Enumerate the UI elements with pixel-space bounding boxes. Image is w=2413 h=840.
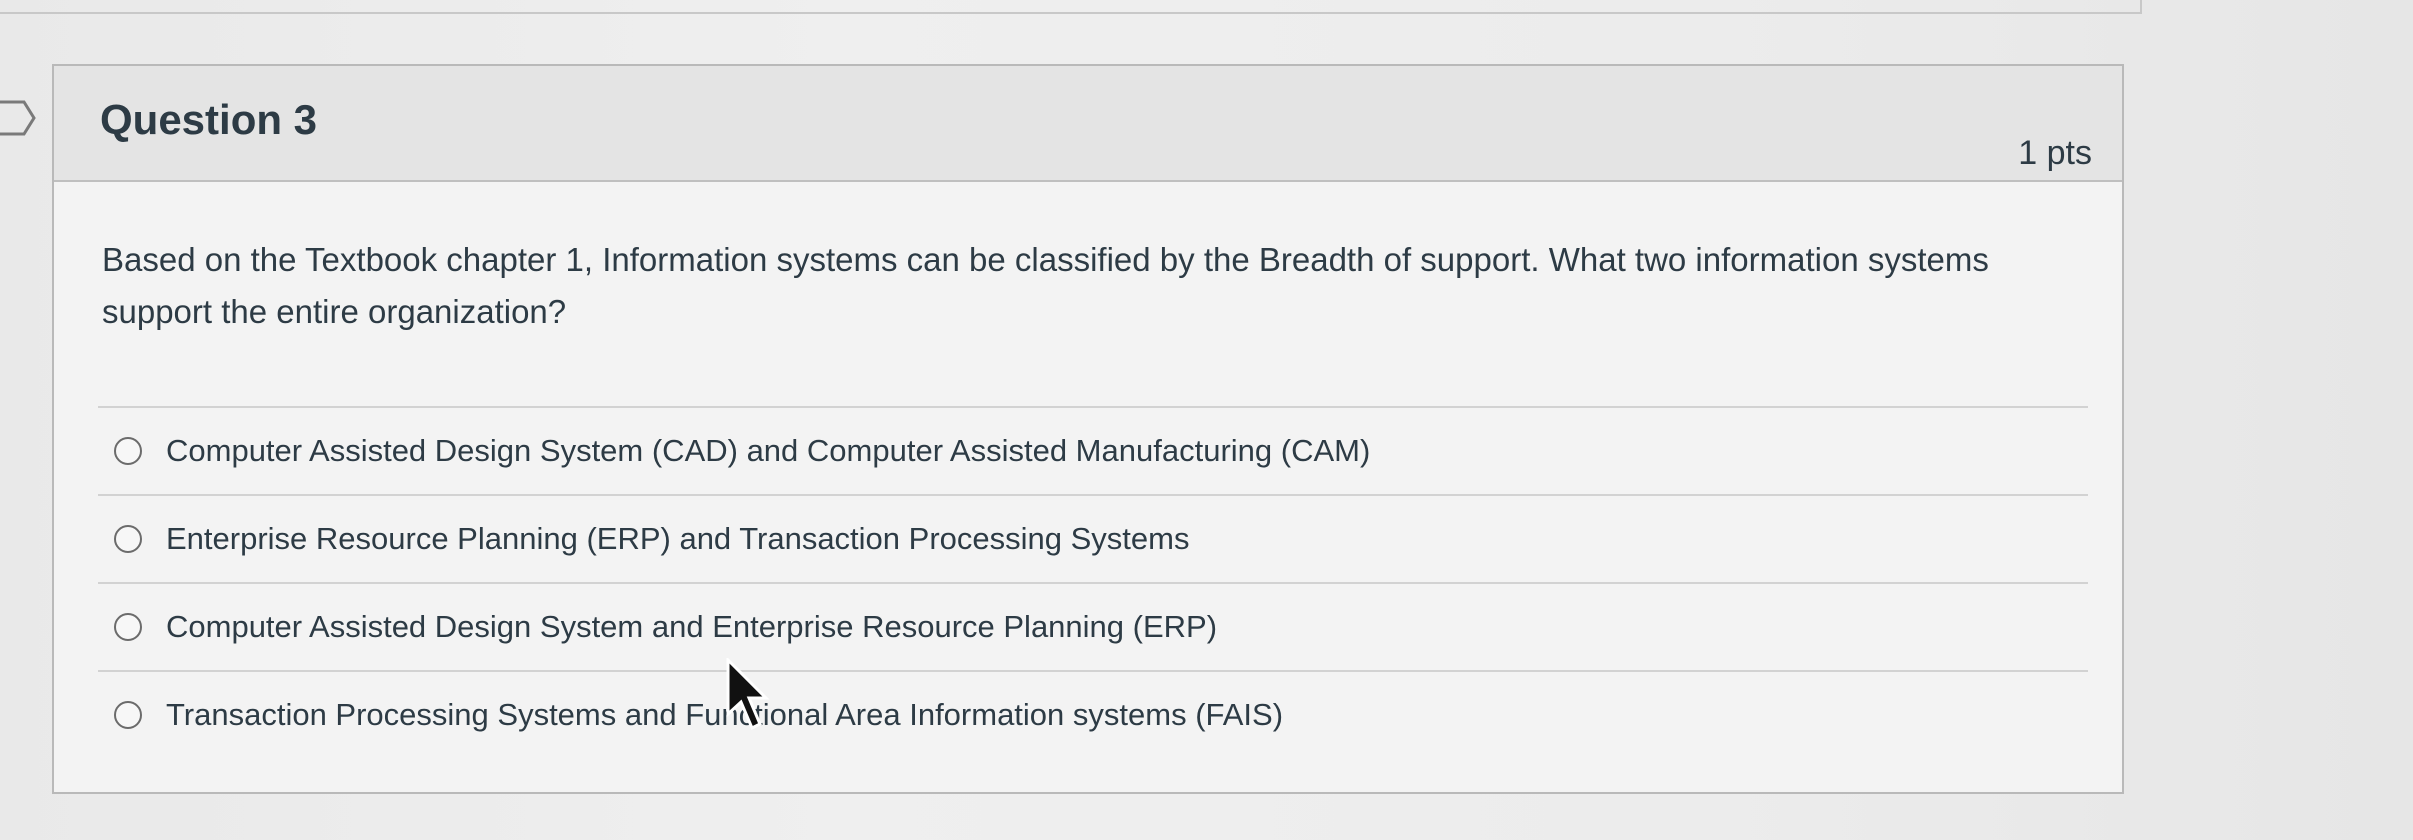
mouse-cursor-icon bbox=[726, 658, 770, 731]
answer-label[interactable]: Computer Assisted Design System (CAD) an… bbox=[166, 433, 1370, 469]
question-points: 1 pts bbox=[2018, 134, 2092, 172]
answer-option-3[interactable]: Computer Assisted Design System and Ente… bbox=[98, 582, 2088, 670]
answer-list: Computer Assisted Design System (CAD) an… bbox=[98, 406, 2088, 758]
previous-question-box bbox=[0, 0, 2142, 14]
radio-button[interactable] bbox=[114, 701, 142, 729]
answer-label[interactable]: Computer Assisted Design System and Ente… bbox=[166, 609, 1217, 645]
answer-option-4[interactable]: Transaction Processing Systems and Funct… bbox=[98, 670, 2088, 758]
question-header: Question 3 1 pts bbox=[54, 66, 2122, 182]
radio-button[interactable] bbox=[114, 437, 142, 465]
flag-question-icon[interactable] bbox=[0, 96, 38, 140]
radio-button[interactable] bbox=[114, 613, 142, 641]
question-prompt: Based on the Textbook chapter 1, Informa… bbox=[102, 241, 1989, 330]
question-title: Question 3 bbox=[100, 96, 318, 143]
answer-label[interactable]: Enterprise Resource Planning (ERP) and T… bbox=[166, 521, 1189, 557]
question-card: Question 3 1 pts Based on the Textbook c… bbox=[52, 64, 2124, 794]
answer-option-2[interactable]: Enterprise Resource Planning (ERP) and T… bbox=[98, 494, 2088, 582]
radio-button[interactable] bbox=[114, 525, 142, 553]
answer-option-1[interactable]: Computer Assisted Design System (CAD) an… bbox=[98, 406, 2088, 494]
answer-label[interactable]: Transaction Processing Systems and Funct… bbox=[166, 697, 1283, 733]
